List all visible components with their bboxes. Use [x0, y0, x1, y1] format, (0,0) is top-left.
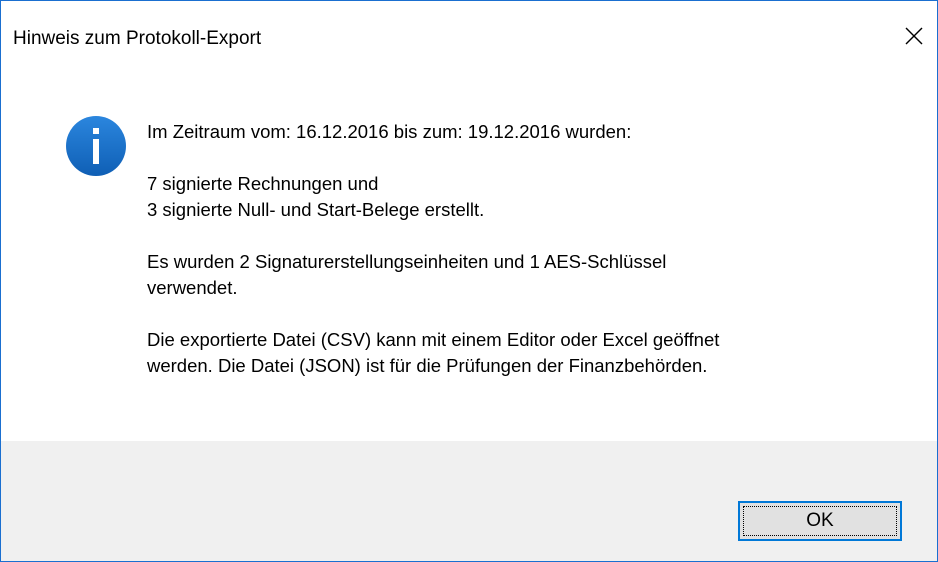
info-icon: [66, 116, 126, 176]
window-title: Hinweis zum Protokoll-Export: [13, 28, 262, 49]
message-line: 7 signierte Rechnungen und: [147, 173, 379, 194]
message-text: Im Zeitraum vom: 16.12.2016 bis zum: 19.…: [147, 119, 907, 379]
title-bar: Hinweis zum Protokoll-Export: [1, 1, 937, 61]
message-line: 3 signierte Null- und Start-Belege erste…: [147, 199, 485, 220]
close-icon: [905, 27, 923, 45]
close-button[interactable]: [891, 13, 937, 59]
message-line: Es wurden 2 Signaturerstellungseinheiten…: [147, 251, 667, 272]
ok-button-label: OK: [806, 510, 834, 531]
message-line: werden. Die Datei (JSON) ist für die Prü…: [147, 355, 708, 376]
message-dialog: Hinweis zum Protokoll-Export Im Zeitraum…: [0, 0, 938, 562]
message-line: verwendet.: [147, 277, 238, 298]
dialog-content: Im Zeitraum vom: 16.12.2016 bis zum: 19.…: [1, 61, 937, 441]
message-line: Die exportierte Datei (CSV) kann mit ein…: [147, 329, 720, 350]
button-bar: OK: [1, 441, 937, 561]
ok-button[interactable]: OK: [738, 501, 902, 541]
message-line: Im Zeitraum vom: 16.12.2016 bis zum: 19.…: [147, 121, 632, 142]
